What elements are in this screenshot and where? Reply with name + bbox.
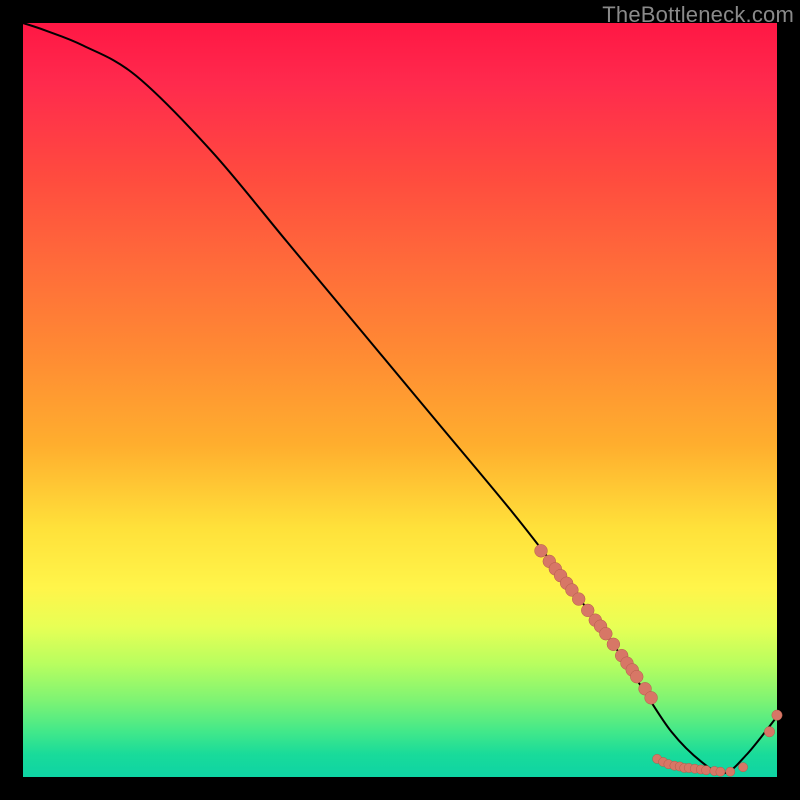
data-marker xyxy=(572,593,585,606)
data-marker xyxy=(535,544,548,557)
data-marker xyxy=(716,767,725,776)
data-markers xyxy=(535,544,783,776)
data-marker xyxy=(738,763,747,772)
watermark-label: TheBottleneck.com xyxy=(602,2,794,28)
data-marker xyxy=(599,627,612,640)
chart-stage: TheBottleneck.com xyxy=(0,0,800,800)
data-marker xyxy=(726,767,735,776)
data-marker xyxy=(607,638,620,651)
data-marker xyxy=(645,691,658,704)
data-marker xyxy=(630,670,643,683)
chart-overlay xyxy=(23,23,777,777)
data-marker xyxy=(772,710,782,720)
data-marker xyxy=(764,727,774,737)
bottleneck-curve xyxy=(23,23,777,773)
data-marker xyxy=(702,766,711,775)
